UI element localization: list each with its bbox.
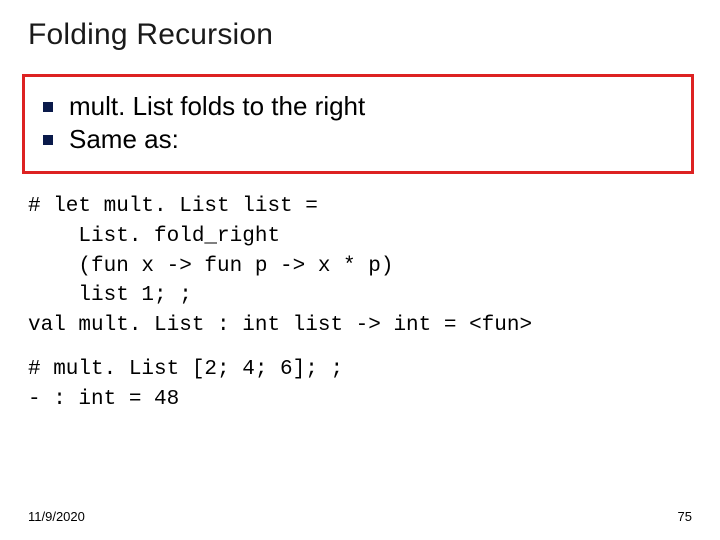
code-block-definition: # let mult. List list = List. fold_right… xyxy=(28,192,692,341)
bullet-text: Same as: xyxy=(69,124,179,155)
bullet-item: Same as: xyxy=(39,124,677,155)
slide-footer: 11/9/2020 75 xyxy=(28,509,692,524)
square-bullet-icon xyxy=(43,135,53,145)
slide-title: Folding Recursion xyxy=(28,18,692,52)
square-bullet-icon xyxy=(43,102,53,112)
code-block-example: # mult. List [2; 4; 6]; ; - : int = 48 xyxy=(28,355,692,415)
footer-page-number: 75 xyxy=(678,509,692,524)
highlighted-bullets: mult. List folds to the right Same as: xyxy=(22,74,694,174)
slide: Folding Recursion mult. List folds to th… xyxy=(0,0,720,540)
bullet-text: mult. List folds to the right xyxy=(69,91,365,122)
footer-date: 11/9/2020 xyxy=(28,509,85,524)
bullet-item: mult. List folds to the right xyxy=(39,91,677,122)
